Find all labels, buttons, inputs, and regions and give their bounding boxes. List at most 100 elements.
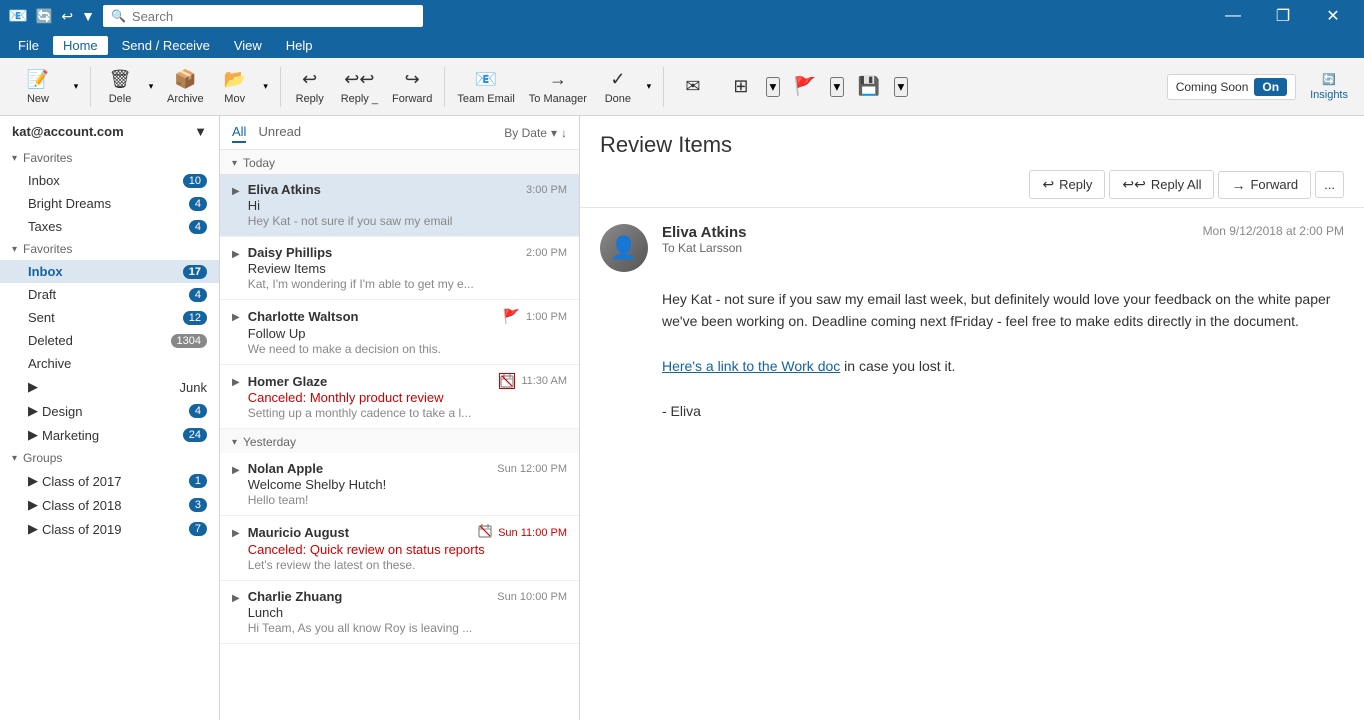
today-group-header[interactable]: ▾ Today <box>220 150 579 174</box>
email-item-1[interactable]: ▶ Eliva Atkins 3:00 PM Hi Hey Kat - not … <box>220 174 579 237</box>
sidebar-item-design[interactable]: ▶ Design 4 <box>0 399 219 423</box>
menu-icon[interactable]: ▼ <box>81 8 95 24</box>
email-5-preview: Hello team! <box>248 493 567 507</box>
account-header[interactable]: kat@account.com ▼ <box>0 116 219 147</box>
favorites-section-2[interactable]: ▾ Favorites <box>0 238 219 260</box>
move-button[interactable]: 📂 Mov <box>212 61 258 113</box>
envelope-icon: ✉ <box>685 76 700 97</box>
favorites-section-1[interactable]: ▾ Favorites <box>0 147 219 169</box>
insights-button[interactable]: 🔄 Insights <box>1302 69 1356 105</box>
reading-reply-all-icon: ↩↩ <box>1122 176 1145 193</box>
draft-badge: 4 <box>189 288 207 302</box>
email-item-5[interactable]: ▶ Nolan Apple Sun 12:00 PM Welcome Shelb… <box>220 453 579 516</box>
new-button[interactable]: 📝 New <box>8 61 68 113</box>
groups-section[interactable]: ▾ Groups <box>0 447 219 469</box>
save-dropdown-button[interactable]: ▾ <box>894 77 908 97</box>
sidebar-item-marketing[interactable]: ▶ Marketing 24 <box>0 423 219 447</box>
email-5-expand-icon: ▶ <box>232 465 240 476</box>
sidebar-item-class-2017[interactable]: ▶ Class of 2017 1 <box>0 469 219 493</box>
reading-reply-button[interactable]: ↩ Reply <box>1029 170 1105 199</box>
close-button[interactable]: ✕ <box>1310 0 1356 32</box>
flag-button[interactable]: 🚩 <box>782 61 828 113</box>
save-button[interactable]: 💾 <box>846 61 892 113</box>
email-7-preview: Hi Team, As you all know Roy is leaving … <box>248 621 567 635</box>
sent-label: Sent <box>28 310 55 325</box>
marketing-badge: 24 <box>183 428 207 442</box>
search-box[interactable]: 🔍 <box>103 5 423 27</box>
groups-label: Groups <box>23 451 62 465</box>
email-7-time: Sun 10:00 PM <box>497 591 567 603</box>
delete-button[interactable]: 🗑 Dele <box>97 61 143 113</box>
email-3-content: Charlotte Waltson 🚩 1:00 PM Follow Up We… <box>248 308 567 356</box>
email-item-2[interactable]: ▶ Daisy Phillips 2:00 PM Review Items Ka… <box>220 237 579 300</box>
delete-dropdown-button[interactable]: ▾ <box>143 61 159 113</box>
email-meta-info: Eliva Atkins To Kat Larsson <box>662 224 1189 255</box>
class-2017-label: Class of 2017 <box>42 474 122 489</box>
class-2018-badge: 3 <box>189 498 207 512</box>
sidebar-item-archive[interactable]: Archive <box>0 352 219 375</box>
done-dropdown-button[interactable]: ▾ <box>641 61 657 113</box>
sort-dropdown-icon: ▾ <box>551 126 557 140</box>
sidebar-item-inbox-2[interactable]: Inbox 17 <box>0 260 219 283</box>
reading-pane: Review Items ↩ Reply ↩↩ Reply All → Forw… <box>580 116 1364 720</box>
sidebar-item-taxes[interactable]: Taxes 4 <box>0 215 219 238</box>
email-item-3[interactable]: ▶ Charlotte Waltson 🚩 1:00 PM Follow Up … <box>220 300 579 365</box>
sidebar-item-junk[interactable]: ▶ Junk <box>0 375 219 399</box>
title-bar-left: 📧 🔄 ↩ ▼ 🔍 <box>8 5 423 27</box>
reading-forward-button[interactable]: → Forward <box>1218 171 1311 199</box>
reading-more-button[interactable]: ... <box>1315 171 1344 198</box>
apps-dropdown-button[interactable]: ▾ <box>766 77 780 97</box>
sidebar-inbox-label-1: Inbox <box>28 173 60 188</box>
sidebar-item-class-2019[interactable]: ▶ Class of 2019 7 <box>0 517 219 541</box>
draft-label: Draft <box>28 287 56 302</box>
marketing-label: Marketing <box>42 428 99 443</box>
email-item-4[interactable]: ▶ Homer Glaze 11:30 AM Canceled: Monthly… <box>220 365 579 429</box>
email-item-6[interactable]: ▶ Mauricio August Sun 11:00 PM Canceled:… <box>220 516 579 581</box>
new-dropdown-button[interactable]: ▾ <box>68 61 84 113</box>
yesterday-group-header[interactable]: ▾ Yesterday <box>220 429 579 453</box>
restore-button[interactable]: ❐ <box>1260 0 1306 32</box>
sidebar-item-deleted[interactable]: Deleted 1304 <box>0 329 219 352</box>
flag-dropdown-button[interactable]: ▾ <box>830 77 844 97</box>
email-1-time: 3:00 PM <box>526 184 567 196</box>
undo-icon[interactable]: ↩ <box>61 8 73 25</box>
sidebar-item-class-2018[interactable]: ▶ Class of 2018 3 <box>0 493 219 517</box>
sidebar-item-draft[interactable]: Draft 4 <box>0 283 219 306</box>
email-work-doc-link[interactable]: Here's a link to the Work doc <box>662 358 840 374</box>
search-input[interactable] <box>132 9 415 24</box>
reply-button[interactable]: ↩ Reply <box>287 61 333 113</box>
menu-help[interactable]: Help <box>276 36 323 55</box>
sidebar-item-inbox-1[interactable]: Inbox 10 <box>0 169 219 192</box>
apps-button[interactable]: ⊞ <box>718 61 764 113</box>
done-button[interactable]: ✓ Done <box>595 61 641 113</box>
menu-file[interactable]: File <box>8 36 49 55</box>
archive-button[interactable]: 📦 Archive <box>161 61 210 113</box>
reading-actions: ↩ Reply ↩↩ Reply All → Forward ... <box>600 170 1344 199</box>
window-controls: — ❐ ✕ <box>1210 0 1356 32</box>
separator-2 <box>280 67 281 107</box>
to-manager-button[interactable]: → To Manager <box>523 61 593 113</box>
email-meta: 👤 Eliva Atkins To Kat Larsson Mon 9/12/2… <box>580 208 1364 288</box>
forward-button[interactable]: ↪ Forward <box>386 61 438 113</box>
menu-send-receive[interactable]: Send / Receive <box>112 36 220 55</box>
sidebar-item-sent[interactable]: Sent 12 <box>0 306 219 329</box>
today-chevron: ▾ <box>232 158 237 169</box>
reading-reply-all-button[interactable]: ↩↩ Reply All <box>1109 170 1214 199</box>
menu-view[interactable]: View <box>224 36 272 55</box>
reply-all-button[interactable]: ↩↩ Reply _ <box>335 61 384 113</box>
minimize-button[interactable]: — <box>1210 0 1256 32</box>
email-1-sender: Eliva Atkins <box>248 182 321 197</box>
move-dropdown-button[interactable]: ▾ <box>258 61 274 113</box>
filter-unread[interactable]: Unread <box>258 122 301 143</box>
toggle-button[interactable]: On <box>1254 78 1287 96</box>
sort-control[interactable]: By Date ▾ ↓ <box>504 126 567 140</box>
email-item-7[interactable]: ▶ Charlie Zhuang Sun 10:00 PM Lunch Hi T… <box>220 581 579 644</box>
email-signature: - Eliva <box>662 400 1344 422</box>
filter-all[interactable]: All <box>232 122 246 143</box>
envelope-button[interactable]: ✉ <box>670 61 716 113</box>
email-7-sender: Charlie Zhuang <box>248 589 343 604</box>
team-email-button[interactable]: 📧 Team Email <box>451 61 520 113</box>
menu-home[interactable]: Home <box>53 36 108 55</box>
refresh-icon[interactable]: 🔄 <box>36 8 53 25</box>
sidebar-item-bright-dreams[interactable]: Bright Dreams 4 <box>0 192 219 215</box>
